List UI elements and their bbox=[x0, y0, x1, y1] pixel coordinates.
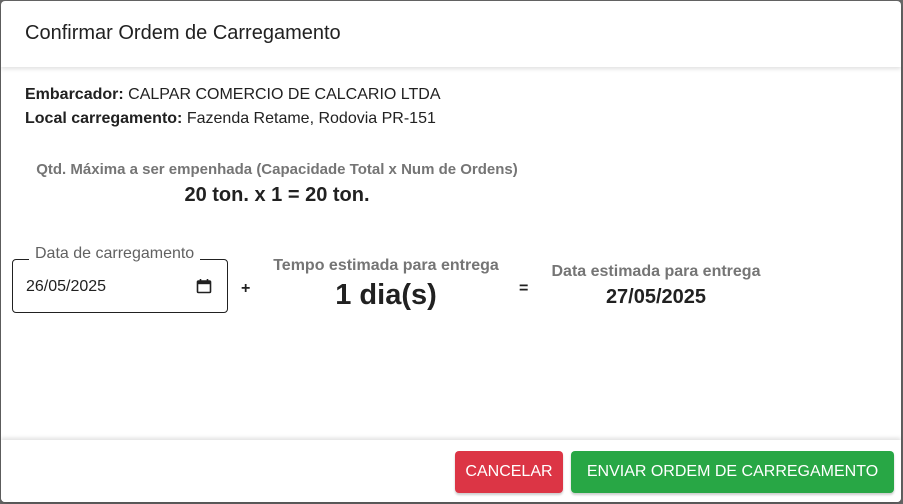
delivery-date-value: 27/05/2025 bbox=[605, 286, 707, 308]
plus-operator: + bbox=[241, 280, 251, 297]
dialog-body: Embarcador: CALPAR COMERCIO DE CALCARIO … bbox=[1, 67, 901, 439]
location-line: Local carregamento: Fazenda Retame, Rodo… bbox=[25, 107, 877, 131]
location-label: Local carregamento: bbox=[25, 110, 183, 127]
confirm-order-dialog: Confirmar Ordem de Carregamento Embarcad… bbox=[1, 1, 901, 502]
loading-date-field[interactable]: Data de carregamento 26/05/2025 bbox=[12, 245, 228, 313]
shipper-value: CALPAR COMERCIO DE CALCARIO LTDA bbox=[128, 86, 441, 103]
cancel-button[interactable]: CANCELAR bbox=[455, 451, 563, 493]
loading-date-input[interactable]: 26/05/2025 bbox=[26, 278, 106, 296]
shipper-label: Embarcador: bbox=[25, 86, 124, 103]
equals-operator: = bbox=[519, 280, 529, 297]
capacity-label: Qtd. Máxima a ser empenhada (Capacidade … bbox=[36, 161, 518, 178]
delivery-time-value: 1 dia(s) bbox=[335, 279, 437, 311]
calendar-icon[interactable] bbox=[196, 278, 212, 294]
dialog-header: Confirmar Ordem de Carregamento bbox=[1, 1, 901, 67]
info-block: Embarcador: CALPAR COMERCIO DE CALCARIO … bbox=[25, 67, 877, 131]
dialog-title: Confirmar Ordem de Carregamento bbox=[25, 22, 341, 44]
location-value: Fazenda Retame, Rodovia PR-151 bbox=[186, 110, 436, 127]
dialog-footer: CANCELAR ENVIAR ORDEM DE CARREGAMENTO bbox=[1, 440, 901, 502]
loading-date-label: Data de carregamento bbox=[29, 245, 201, 263]
delivery-time-label: Tempo estimada para entrega bbox=[273, 257, 499, 274]
delivery-date-block: Data estimada para entrega 27/05/2025 bbox=[541, 263, 771, 309]
delivery-date-label: Data estimada para entrega bbox=[551, 263, 761, 280]
capacity-value: 20 ton. x 1 = 20 ton. bbox=[184, 184, 370, 206]
shipper-line: Embarcador: CALPAR COMERCIO DE CALCARIO … bbox=[25, 83, 877, 107]
delivery-time-block: Tempo estimada para entrega 1 dia(s) bbox=[264, 257, 508, 312]
send-order-button[interactable]: ENVIAR ORDEM DE CARREGAMENTO bbox=[571, 451, 894, 493]
capacity-block: Qtd. Máxima a ser empenhada (Capacidade … bbox=[17, 161, 537, 207]
